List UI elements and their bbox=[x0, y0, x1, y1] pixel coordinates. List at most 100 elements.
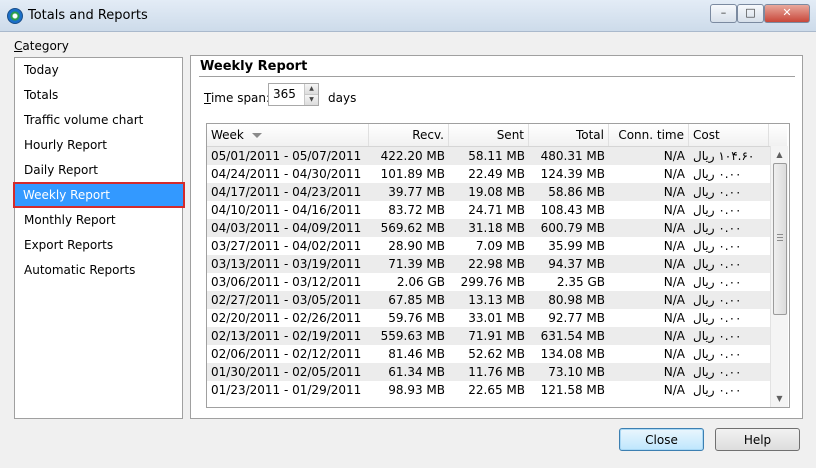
panel-title: Weekly Report bbox=[200, 59, 308, 74]
table-row[interactable]: 01/23/2011 - 01/29/2011 98.93 MB 22.65 MB 1… bbox=[207, 381, 770, 399]
cell-conn-time: N/A bbox=[663, 329, 685, 343]
category-item-hourly-report[interactable]: Hourly Report bbox=[15, 133, 182, 157]
category-item-monthly-report[interactable]: Monthly Report bbox=[15, 208, 182, 232]
cell-cost: ٠.٠٠ ريال bbox=[693, 311, 742, 325]
cell-total: 134.08 MB bbox=[540, 347, 605, 361]
cell-sent: 71.91 MB bbox=[468, 329, 525, 343]
cell-cost: ٠.٠٠ ريال bbox=[693, 383, 742, 397]
cell-week: 04/10/2011 - 04/16/2011 bbox=[211, 203, 362, 217]
cell-week: 01/30/2011 - 02/05/2011 bbox=[211, 365, 362, 379]
column-header-cost[interactable]: Cost bbox=[689, 124, 769, 146]
cell-sent: 19.08 MB bbox=[468, 185, 525, 199]
cell-cost: ١٠۴.۶٠ ريال bbox=[693, 149, 755, 163]
time-span-stepper[interactable]: 365 ▲ ▼ bbox=[268, 83, 319, 106]
table-row[interactable]: 04/03/2011 - 04/09/2011 569.62 MB 31.18 MB… bbox=[207, 219, 770, 237]
scroll-up-icon[interactable]: ▲ bbox=[771, 146, 788, 163]
title-bar: Totals and Reports – □ ✕ bbox=[0, 0, 816, 32]
category-item-traffic-volume-chart[interactable]: Traffic volume chart bbox=[15, 108, 182, 132]
category-item-totals[interactable]: Totals bbox=[15, 83, 182, 107]
table-row[interactable]: 03/13/2011 - 03/19/2011 71.39 MB 22.98 MB 9… bbox=[207, 255, 770, 273]
cell-recv: 559.63 MB bbox=[380, 329, 445, 343]
cell-recv: 2.06 GB bbox=[396, 275, 445, 289]
cell-total: 600.79 MB bbox=[540, 221, 605, 235]
cell-week: 03/06/2011 - 03/12/2011 bbox=[211, 275, 362, 289]
scroll-thumb[interactable] bbox=[773, 163, 787, 315]
cell-sent: 13.13 MB bbox=[468, 293, 525, 307]
cell-conn-time: N/A bbox=[663, 347, 685, 361]
help-button[interactable]: Help bbox=[715, 428, 800, 451]
table-row[interactable]: 01/30/2011 - 02/05/2011 61.34 MB 11.76 MB 7… bbox=[207, 363, 770, 381]
category-item-today[interactable]: Today bbox=[15, 58, 182, 82]
cell-total: 121.58 MB bbox=[540, 383, 605, 397]
cell-sent: 31.18 MB bbox=[468, 221, 525, 235]
cell-total: 35.99 MB bbox=[548, 239, 605, 253]
cell-week: 02/20/2011 - 02/26/2011 bbox=[211, 311, 362, 325]
category-item-automatic-reports[interactable]: Automatic Reports bbox=[15, 258, 182, 282]
cell-total: 58.86 MB bbox=[548, 185, 605, 199]
cell-total: 94.37 MB bbox=[548, 257, 605, 271]
stepper-up-icon[interactable]: ▲ bbox=[304, 84, 318, 95]
category-item-weekly-report[interactable]: Weekly Report bbox=[13, 182, 185, 208]
column-header-sent[interactable]: Sent bbox=[449, 124, 529, 146]
report-panel: Weekly Report Time span: 365 ▲ ▼ days We… bbox=[190, 55, 803, 419]
cell-cost: ٠.٠٠ ريال bbox=[693, 329, 742, 343]
cell-week: 03/13/2011 - 03/19/2011 bbox=[211, 257, 362, 271]
table-row[interactable]: 02/13/2011 - 02/19/2011 559.63 MB 71.91 MB… bbox=[207, 327, 770, 345]
cell-cost: ٠.٠٠ ريال bbox=[693, 185, 742, 199]
cell-conn-time: N/A bbox=[663, 239, 685, 253]
table-row[interactable]: 04/10/2011 - 04/16/2011 83.72 MB 24.71 MB 1… bbox=[207, 201, 770, 219]
column-header-total[interactable]: Total bbox=[529, 124, 609, 146]
cell-cost: ٠.٠٠ ريال bbox=[693, 221, 742, 235]
table-row[interactable]: 02/20/2011 - 02/26/2011 59.76 MB 33.01 MB 9… bbox=[207, 309, 770, 327]
cell-sent: 299.76 MB bbox=[460, 275, 525, 289]
cell-sent: 33.01 MB bbox=[468, 311, 525, 325]
close-button[interactable]: Close bbox=[619, 428, 704, 451]
vertical-scrollbar[interactable]: ▲ ▼ bbox=[770, 146, 788, 407]
minimize-button[interactable]: – bbox=[710, 4, 737, 23]
table-row[interactable]: 05/01/2011 - 05/07/2011 422.20 MB 58.11 MB… bbox=[207, 147, 770, 165]
cell-recv: 83.72 MB bbox=[388, 203, 445, 217]
cell-recv: 67.85 MB bbox=[388, 293, 445, 307]
table-row[interactable]: 02/06/2011 - 02/12/2011 81.46 MB 52.62 MB 1… bbox=[207, 345, 770, 363]
cell-recv: 569.62 MB bbox=[380, 221, 445, 235]
column-header-week[interactable]: Week bbox=[207, 124, 369, 146]
report-table[interactable]: Week Recv. Sent Total Conn. time Cost 05… bbox=[206, 123, 790, 408]
cell-conn-time: N/A bbox=[663, 311, 685, 325]
time-span-input[interactable]: 365 bbox=[273, 87, 296, 101]
stepper-down-icon[interactable]: ▼ bbox=[304, 95, 318, 105]
column-header-recv[interactable]: Recv. bbox=[369, 124, 449, 146]
cell-week: 04/24/2011 - 04/30/2011 bbox=[211, 167, 362, 181]
cell-conn-time: N/A bbox=[663, 365, 685, 379]
category-label: Category bbox=[14, 39, 69, 53]
cell-sent: 22.98 MB bbox=[468, 257, 525, 271]
cell-week: 03/27/2011 - 04/02/2011 bbox=[211, 239, 362, 253]
cell-week: 02/13/2011 - 02/19/2011 bbox=[211, 329, 362, 343]
sort-descending-icon bbox=[251, 133, 262, 138]
cell-total: 480.31 MB bbox=[540, 149, 605, 163]
cell-total: 124.39 MB bbox=[540, 167, 605, 181]
cell-week: 04/03/2011 - 04/09/2011 bbox=[211, 221, 362, 235]
cell-conn-time: N/A bbox=[663, 185, 685, 199]
cell-total: 92.77 MB bbox=[548, 311, 605, 325]
cell-total: 73.10 MB bbox=[548, 365, 605, 379]
cell-total: 80.98 MB bbox=[548, 293, 605, 307]
maximize-button[interactable]: □ bbox=[737, 4, 764, 23]
category-item-export-reports[interactable]: Export Reports bbox=[15, 233, 182, 257]
cell-recv: 422.20 MB bbox=[380, 149, 445, 163]
table-row[interactable]: 03/06/2011 - 03/12/2011 2.06 GB 299.76 MB 2… bbox=[207, 273, 770, 291]
table-row[interactable]: 02/27/2011 - 03/05/2011 67.85 MB 13.13 MB 8… bbox=[207, 291, 770, 309]
cell-sent: 58.11 MB bbox=[468, 149, 525, 163]
table-row[interactable]: 04/24/2011 - 04/30/2011 101.89 MB 22.49 MB… bbox=[207, 165, 770, 183]
close-window-button[interactable]: ✕ bbox=[764, 4, 810, 23]
cell-conn-time: N/A bbox=[663, 167, 685, 181]
cell-total: 631.54 MB bbox=[540, 329, 605, 343]
cell-conn-time: N/A bbox=[663, 383, 685, 397]
cell-sent: 11.76 MB bbox=[468, 365, 525, 379]
category-item-daily-report[interactable]: Daily Report bbox=[15, 158, 182, 182]
category-list[interactable]: Today Totals Traffic volume chart Hourly… bbox=[13, 57, 185, 419]
table-row[interactable]: 03/27/2011 - 04/02/2011 28.90 MB 7.09 MB 35… bbox=[207, 237, 770, 255]
table-row[interactable]: 04/17/2011 - 04/23/2011 39.77 MB 19.08 MB 5… bbox=[207, 183, 770, 201]
title-divider bbox=[199, 76, 795, 77]
column-header-conn-time[interactable]: Conn. time bbox=[609, 124, 689, 146]
scroll-down-icon[interactable]: ▼ bbox=[771, 390, 788, 407]
